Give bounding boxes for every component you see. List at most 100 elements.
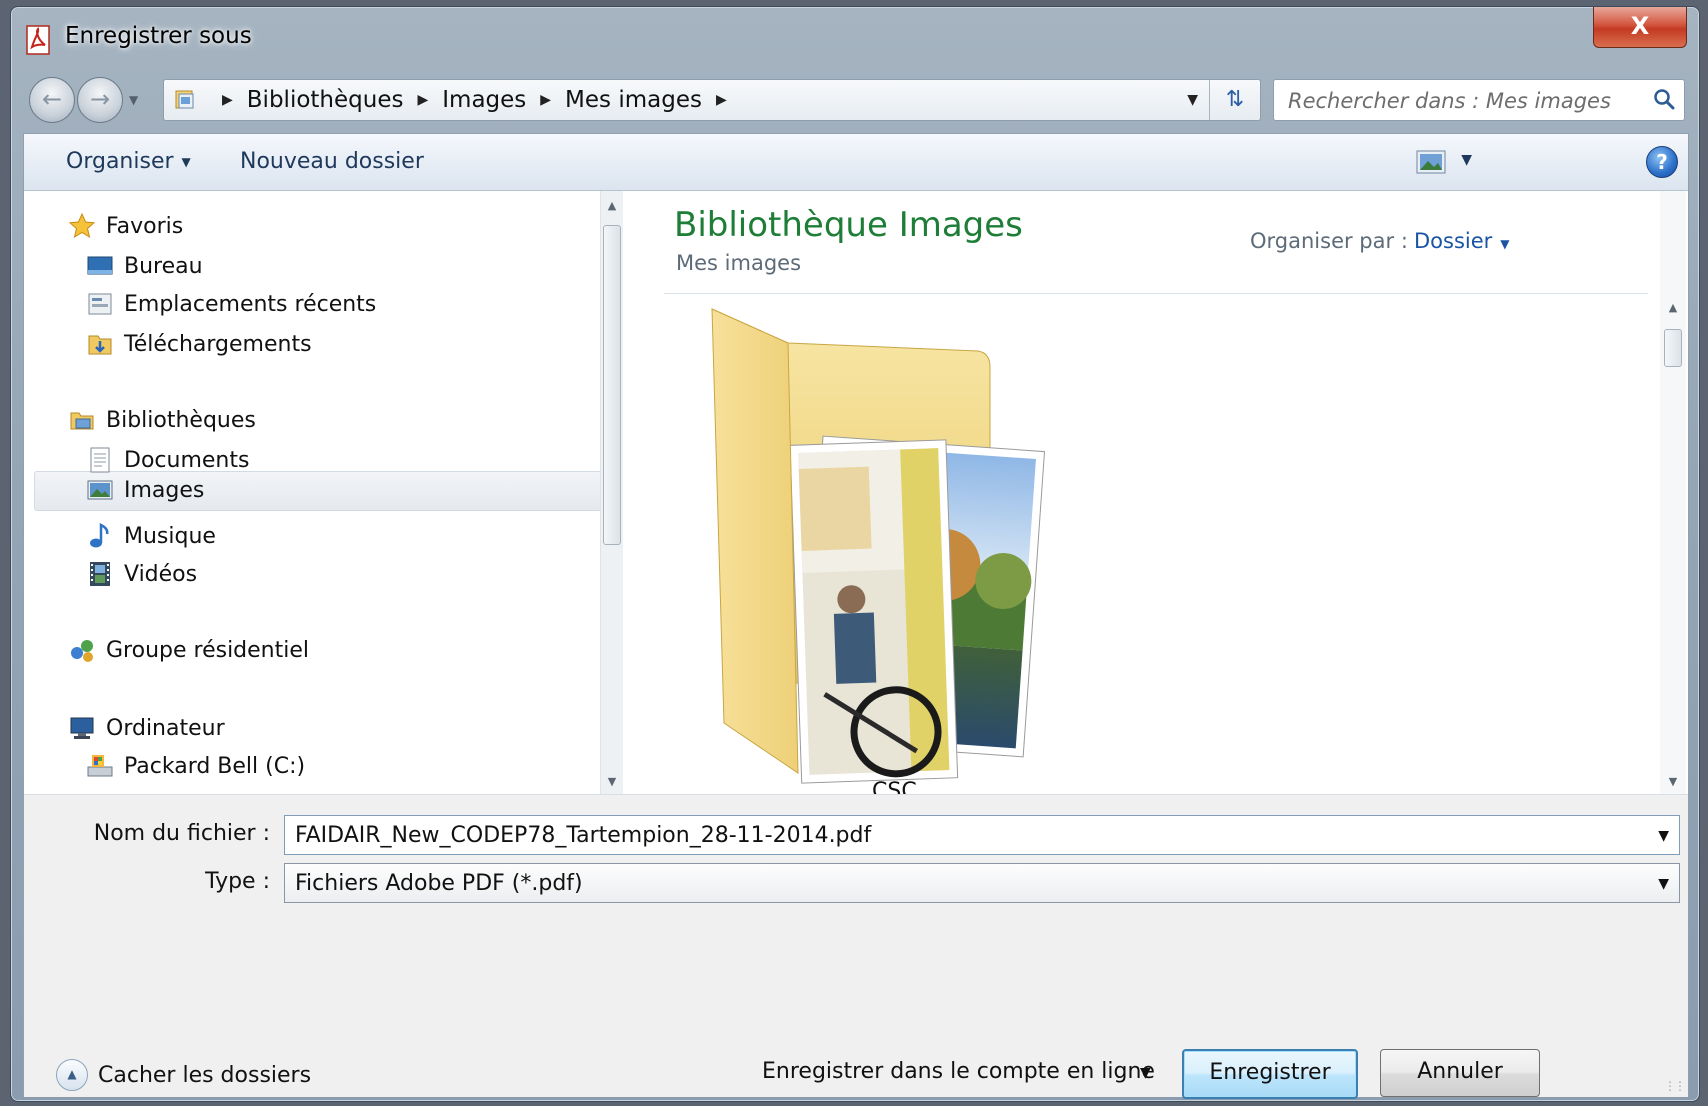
nav-label: Groupe résidentiel xyxy=(106,637,310,663)
scrollbar-thumb[interactable] xyxy=(1664,329,1682,367)
libraries-icon xyxy=(175,90,194,109)
nav-label: Bureau xyxy=(124,253,203,279)
nav-desktop[interactable]: Bureau xyxy=(86,247,203,285)
close-button[interactable]: X xyxy=(1593,7,1687,48)
chevron-down-icon: ▼ xyxy=(181,155,191,169)
search-icon[interactable] xyxy=(1652,87,1676,111)
nav-videos[interactable]: Vidéos xyxy=(86,555,197,593)
file-type-value: Fichiers Adobe PDF (*.pdf) xyxy=(295,871,583,896)
scroll-down-icon[interactable]: ▼ xyxy=(601,775,623,788)
scroll-up-icon[interactable]: ▲ xyxy=(1660,301,1686,314)
folder-thumbnail[interactable] xyxy=(708,303,1054,789)
recent-pages-dropdown[interactable]: ▼ xyxy=(129,93,138,107)
title-bar[interactable]: Enregistrer sous X xyxy=(11,7,1699,69)
back-button[interactable]: ← xyxy=(29,77,75,123)
filename-history-dropdown[interactable]: ▼ xyxy=(1658,816,1669,854)
chevron-down-icon[interactable]: ▼ xyxy=(1658,864,1669,902)
nav-downloads[interactable]: Téléchargements xyxy=(86,325,312,363)
cancel-button[interactable]: Annuler xyxy=(1380,1049,1540,1097)
chevron-down-icon[interactable]: ▼ xyxy=(1140,1065,1151,1081)
window-title: Enregistrer sous xyxy=(65,23,252,49)
breadcrumb-libraries[interactable]: Bibliothèques xyxy=(247,87,404,113)
chevron-right-icon[interactable]: ▶ xyxy=(540,92,551,108)
address-history-dropdown[interactable]: ▼ xyxy=(1187,92,1198,108)
nav-favorites[interactable]: Favoris xyxy=(68,207,183,245)
save-as-dialog: Enregistrer sous X ← → ▼ ▶ Bibliothèques… xyxy=(10,6,1700,1102)
film-icon xyxy=(90,562,110,586)
breadcrumb-images[interactable]: Images xyxy=(442,87,526,113)
scrollbar-thumb[interactable] xyxy=(603,225,621,545)
nav-libraries[interactable]: Bibliothèques xyxy=(68,401,256,439)
nav-label: Favoris xyxy=(106,213,184,239)
file-type-select[interactable]: Fichiers Adobe PDF (*.pdf) ▼ xyxy=(284,863,1680,903)
help-icon[interactable]: ? xyxy=(1646,146,1678,178)
refresh-icon[interactable]: ⇅ xyxy=(1209,80,1260,120)
pdf-icon xyxy=(26,25,50,55)
nav-recent-places[interactable]: Emplacements récents xyxy=(86,285,376,323)
star-icon xyxy=(68,212,96,239)
nav-label: Bibliothèques xyxy=(106,407,256,433)
view-options-icon[interactable] xyxy=(1416,150,1446,174)
nav-music[interactable]: Musique xyxy=(86,517,216,555)
filename-field[interactable]: FAIDAIR_New_CODEP78_Tartempion_28-11-201… xyxy=(284,815,1680,855)
command-toolbar: Organiser ▼ Nouveau dossier ▼ ? xyxy=(24,134,1688,191)
nav-computer[interactable]: Ordinateur xyxy=(68,709,225,747)
filename-value: FAIDAIR_New_CODEP78_Tartempion_28-11-201… xyxy=(295,823,872,848)
drive-icon xyxy=(87,755,113,777)
organize-label: Organiser xyxy=(66,149,174,174)
music-note-icon xyxy=(90,522,109,548)
scroll-down-icon[interactable]: ▼ xyxy=(1660,775,1686,788)
nav-homegroup[interactable]: Groupe résidentiel xyxy=(68,631,309,669)
chevron-right-icon[interactable]: ▶ xyxy=(716,92,727,108)
organize-button[interactable]: Organiser ▼ xyxy=(66,134,191,190)
divider xyxy=(664,293,1648,294)
chevron-down-icon: ▼ xyxy=(1500,237,1510,251)
document-icon xyxy=(90,447,110,473)
dialog-content: Organiser ▼ Nouveau dossier ▼ ? Favoris B… xyxy=(23,133,1689,1099)
nav-label: Téléchargements xyxy=(124,331,312,357)
view-dropdown[interactable]: ▼ xyxy=(1461,152,1472,168)
breadcrumb: ▶ Bibliothèques ▶ Images ▶ Mes images ▶ xyxy=(208,80,741,120)
resize-grip-icon[interactable]: ⋮⋮ xyxy=(1664,1079,1686,1093)
save-button[interactable]: Enregistrer xyxy=(1182,1049,1358,1099)
images-icon xyxy=(87,480,113,500)
nav-label: Musique xyxy=(124,523,216,549)
save-form: Nom du fichier : FAIDAIR_New_CODEP78_Tar… xyxy=(24,794,1688,1099)
nav-label: Ordinateur xyxy=(106,715,225,741)
breadcrumb-my-images[interactable]: Mes images xyxy=(565,87,702,113)
computer-icon xyxy=(70,717,94,739)
navigation-pane: Favoris Bureau Emplacements récents Télé… xyxy=(24,191,624,835)
content-scrollbar[interactable]: ▲ ▼ xyxy=(1660,191,1686,796)
new-folder-button[interactable]: Nouveau dossier xyxy=(240,134,424,190)
forward-button[interactable]: → xyxy=(77,77,123,123)
arrange-by-label: Organiser par : xyxy=(1250,229,1408,253)
chevron-right-icon[interactable]: ▶ xyxy=(222,92,233,108)
recent-places-icon xyxy=(88,293,112,315)
navigation-bar: ← → ▼ ▶ Bibliothèques ▶ Images ▶ Mes ima… xyxy=(11,69,1699,129)
search-box xyxy=(1273,79,1685,121)
scroll-up-icon[interactable]: ▲ xyxy=(601,199,623,212)
save-online-button[interactable]: Enregistrer dans le compte en ligne xyxy=(762,1059,1155,1084)
address-bar[interactable]: ▶ Bibliothèques ▶ Images ▶ Mes images ▶ … xyxy=(163,79,1261,121)
nav-label: Vidéos xyxy=(124,561,198,587)
nav-label: Packard Bell (C:) xyxy=(124,753,306,779)
desktop-icon xyxy=(87,256,113,275)
search-input[interactable] xyxy=(1286,86,1630,116)
type-label: Type : xyxy=(205,869,270,894)
library-subtitle: Mes images xyxy=(676,251,802,275)
library-title: Bibliothèque Images xyxy=(674,205,1023,245)
chevron-up-icon: ▲ xyxy=(56,1059,88,1091)
nav-label: Documents xyxy=(124,447,250,473)
nav-images[interactable]: Images xyxy=(86,471,204,509)
arrange-by-dropdown[interactable]: Dossier ▼ xyxy=(1414,229,1510,253)
hide-folders-label: Cacher les dossiers xyxy=(98,1062,312,1088)
homegroup-icon xyxy=(71,640,93,662)
library-pane: Bibliothèque Images Mes images Organiser… xyxy=(644,191,1688,835)
navigation-scrollbar[interactable]: ▲ ▼ xyxy=(600,191,623,796)
arrange-by-value: Dossier xyxy=(1414,229,1493,253)
downloads-folder-icon xyxy=(88,335,112,355)
filename-label: Nom du fichier : xyxy=(93,821,270,846)
nav-drive-c[interactable]: Packard Bell (C:) xyxy=(86,747,305,785)
hide-folders-button[interactable]: ▲ Cacher les dossiers xyxy=(56,1055,311,1095)
chevron-right-icon[interactable]: ▶ xyxy=(417,92,428,108)
